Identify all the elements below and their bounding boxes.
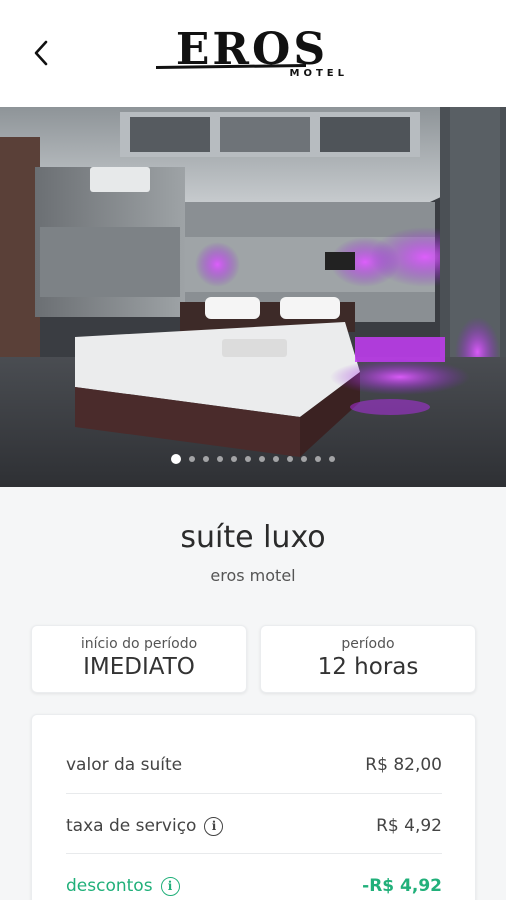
gallery-dot[interactable] xyxy=(301,456,307,462)
info-icon[interactable]: i xyxy=(204,816,224,836)
suite-value-label: valor da suíte xyxy=(66,755,183,775)
gallery-dot[interactable] xyxy=(329,456,335,462)
gallery-dot[interactable] xyxy=(259,456,265,462)
period-duration-value: 12 horas xyxy=(317,654,419,680)
period-duration-card[interactable]: período 12 horas xyxy=(260,625,476,693)
divider xyxy=(66,793,442,794)
motel-name: eros motel xyxy=(210,566,296,585)
gallery-dot[interactable] xyxy=(231,456,237,462)
period-start-card[interactable]: início do período IMEDIATO xyxy=(31,625,247,693)
discounts-row: descontos i -R$ 4,92 xyxy=(66,856,442,900)
period-duration-label: período xyxy=(341,636,395,652)
discounts-amount: -R$ 4,92 xyxy=(362,876,442,896)
back-button[interactable] xyxy=(24,36,58,70)
gallery-dot[interactable] xyxy=(203,456,209,462)
service-fee-row: taxa de serviço i R$ 4,92 xyxy=(66,796,442,856)
gallery-dot[interactable] xyxy=(273,456,279,462)
period-start-value: IMEDIATO xyxy=(83,654,195,680)
period-start-label: início do período xyxy=(80,636,198,652)
suite-room-image xyxy=(0,107,506,487)
divider xyxy=(66,853,442,854)
gallery-dot[interactable] xyxy=(217,456,223,462)
suite-value-row: valor da suíte R$ 82,00 xyxy=(66,735,442,795)
eros-motel-logo: EROS MOTEL xyxy=(150,24,354,86)
service-fee-amount: R$ 4,92 xyxy=(376,816,442,836)
gallery-dot[interactable] xyxy=(245,456,251,462)
gallery-dot[interactable] xyxy=(171,454,181,464)
logo-swoosh xyxy=(156,64,306,69)
suite-photo[interactable] xyxy=(0,107,506,487)
gallery-dot[interactable] xyxy=(315,456,321,462)
suite-value-amount: R$ 82,00 xyxy=(365,755,442,775)
gallery-dots xyxy=(0,452,506,466)
price-summary-card: valor da suíte R$ 82,00 taxa de serviço … xyxy=(31,714,476,900)
logo-subtext: MOTEL xyxy=(289,68,348,79)
chevron-left-icon xyxy=(34,40,48,66)
gallery-dot[interactable] xyxy=(287,456,293,462)
app-header: EROS MOTEL xyxy=(0,0,506,107)
discounts-label: descontos xyxy=(66,876,153,896)
suite-title: suíte luxo xyxy=(180,520,326,555)
gallery-dot[interactable] xyxy=(189,456,195,462)
info-icon[interactable]: i xyxy=(160,876,180,896)
service-fee-label: taxa de serviço xyxy=(66,816,197,836)
